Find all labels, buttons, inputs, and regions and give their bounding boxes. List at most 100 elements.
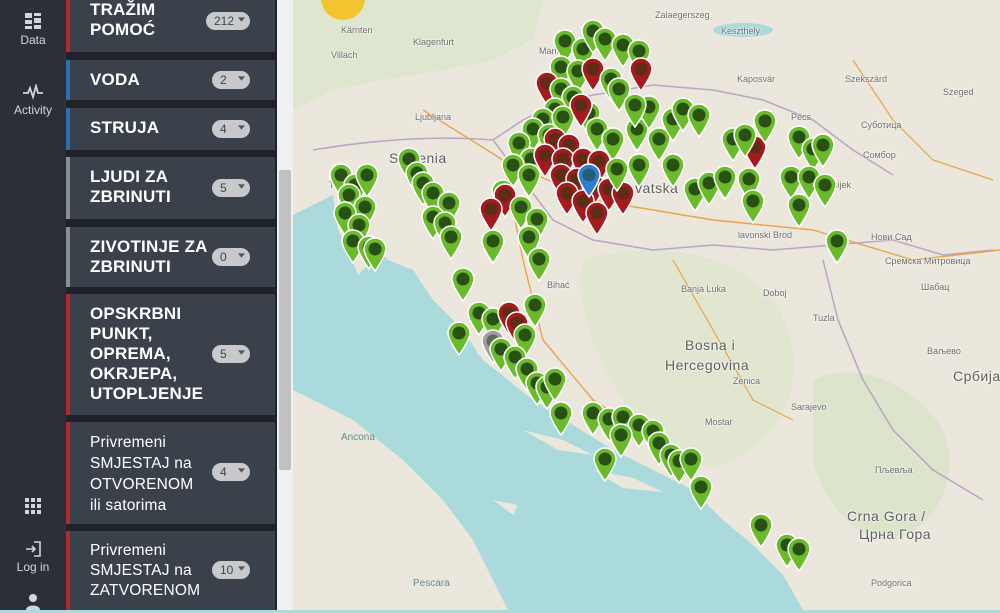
category-card-opskrbni-punkt[interactable]: OPSKRBNI PUNKT, OPREMA, OKRJEPA, UTOPLJE… xyxy=(66,294,275,415)
category-count-dropdown[interactable]: 4 xyxy=(212,120,250,138)
map-pin-icon xyxy=(749,513,773,548)
map-label-doboj: Doboj xyxy=(763,288,787,298)
map-marker-green[interactable] xyxy=(446,320,472,356)
map-label-subotica: Суботица xyxy=(861,120,902,130)
apps-grid-button[interactable] xyxy=(0,497,66,518)
map-marker-red[interactable] xyxy=(478,196,504,232)
map-pin-icon xyxy=(447,321,471,356)
nav-rail: Data Activity Log in xyxy=(0,0,66,610)
map-marker-green[interactable] xyxy=(712,164,738,200)
map-marker-green[interactable] xyxy=(688,474,714,510)
map-marker-green[interactable] xyxy=(592,446,618,482)
map-marker-green[interactable] xyxy=(748,512,774,548)
map-pin-icon xyxy=(479,197,503,232)
map-pin-icon xyxy=(811,133,835,168)
category-count-dropdown[interactable]: 5 xyxy=(212,179,250,197)
map-label-szeged: Szeged xyxy=(943,87,974,97)
map-marker-green[interactable] xyxy=(438,224,464,260)
category-count: 2 xyxy=(220,73,227,87)
activity-nav-button[interactable]: Activity xyxy=(0,84,66,117)
map-label-sremska: Сремска Митровица xyxy=(885,256,971,266)
category-card-trazim-pomoc[interactable]: TRAŽIM POMOĆ 212 xyxy=(66,0,275,52)
map-pin-icon xyxy=(689,475,713,510)
map-marker-green[interactable] xyxy=(480,228,506,264)
map-marker-green[interactable] xyxy=(548,400,574,436)
category-count: 4 xyxy=(220,465,227,479)
panel-scrollbar-thumb[interactable] xyxy=(279,170,291,470)
category-card-smjestaj-otvoreno[interactable]: Privremeni SMJESTAJ na OTVORENOM ili sat… xyxy=(66,422,275,524)
map-marker-red[interactable] xyxy=(584,200,610,236)
category-card-voda[interactable]: VODA 2 xyxy=(66,60,275,100)
map-pin-icon xyxy=(549,401,573,436)
map-label-ancona: Ancona xyxy=(341,432,375,443)
map-label-zenica: Zenica xyxy=(733,376,761,386)
activity-icon xyxy=(23,84,43,100)
map-pin-icon xyxy=(741,189,765,224)
category-label: ZIVOTINJE ZA ZBRINUTI xyxy=(90,237,208,276)
chevron-down-icon xyxy=(238,468,245,473)
map-pin-icon xyxy=(363,237,387,272)
category-count-dropdown[interactable]: 2 xyxy=(212,71,250,89)
map-marker-green[interactable] xyxy=(812,172,838,208)
map-pin-icon xyxy=(825,229,849,264)
map-marker-green[interactable] xyxy=(516,162,542,198)
category-count-dropdown[interactable]: 4 xyxy=(212,463,250,481)
map-marker-green[interactable] xyxy=(526,246,552,282)
map-marker-green[interactable] xyxy=(450,266,476,302)
chevron-down-icon xyxy=(238,76,245,81)
chevron-down-icon xyxy=(238,17,245,22)
category-count-dropdown[interactable]: 0 xyxy=(212,248,250,266)
data-nav-button[interactable]: Data xyxy=(0,12,66,47)
map-label-srbija: Србија xyxy=(953,368,1000,384)
category-count-dropdown[interactable]: 5 xyxy=(212,345,250,363)
map-marker-green[interactable] xyxy=(362,236,388,272)
grid-icon xyxy=(25,498,41,514)
category-card-smjestaj-zatvoreno[interactable]: Privremeni SMJESTAJ na ZATVORENOM 10 xyxy=(66,531,275,610)
category-card-zivotinje-za-zbrinuti[interactable]: ZIVOTINJE ZA ZBRINUTI 0 xyxy=(66,227,275,287)
login-label: Log in xyxy=(16,560,50,574)
category-label: Privremeni SMJESTAJ na ZATVORENOM xyxy=(90,542,201,599)
category-count: 5 xyxy=(220,181,227,195)
category-label: OPSKRBNI PUNKT, OPREMA, OKRJEPA, UTOPLJE… xyxy=(90,304,204,403)
map-marker-green[interactable] xyxy=(732,122,758,158)
category-card-ljudi-za-zbrinuti[interactable]: LJUDI ZA ZBRINUTI 5 xyxy=(66,157,275,219)
map-pin-icon xyxy=(481,229,505,264)
category-card-struja[interactable]: STRUJA 4 xyxy=(66,108,275,150)
map-pin-icon xyxy=(787,537,811,572)
category-label: STRUJA xyxy=(90,118,160,137)
map-marker-green[interactable] xyxy=(740,188,766,224)
map-marker-blue[interactable] xyxy=(576,162,602,198)
map-label-sarajevo: Sarajevo xyxy=(791,402,827,412)
map-marker-green[interactable] xyxy=(542,366,568,402)
category-count-dropdown[interactable]: 212 xyxy=(205,12,250,30)
map-pin-icon xyxy=(527,247,551,282)
chevron-down-icon xyxy=(238,184,245,189)
category-count-dropdown[interactable]: 10 xyxy=(212,561,250,579)
map-marker-green[interactable] xyxy=(686,102,712,138)
map-marker-green[interactable] xyxy=(824,228,850,264)
category-count: 4 xyxy=(220,122,227,136)
map-marker-green[interactable] xyxy=(786,192,812,228)
map-pin-icon xyxy=(813,173,837,208)
category-panel: TRAŽIM POMOĆ 212 VODA 2 STRUJA 4 LJUDI ZA ZBRI… xyxy=(66,0,277,610)
category-count: 212 xyxy=(213,14,234,28)
map-pin-icon xyxy=(687,103,711,138)
login-button[interactable]: Log in xyxy=(0,541,66,574)
map-pin-icon xyxy=(585,201,609,236)
chevron-down-icon xyxy=(238,350,245,355)
map-pin-icon xyxy=(577,163,601,198)
map-marker-green[interactable] xyxy=(622,92,648,128)
login-icon xyxy=(26,541,41,557)
chevron-down-icon xyxy=(238,566,245,571)
category-label: TRAŽIM POMOĆ xyxy=(90,0,156,39)
map-label-pecs: Pécs xyxy=(791,112,812,122)
map-label-pljevlja: Пљевља xyxy=(875,465,913,475)
map-pin-icon xyxy=(543,367,567,402)
map-pin-icon xyxy=(517,163,541,198)
map-marker-green[interactable] xyxy=(810,132,836,168)
map-view[interactable]: Kärnten Villach Klagenfurt Maribor Zalae… xyxy=(293,0,1000,610)
map-label-crna-gora: Crna Gora / xyxy=(847,508,926,524)
activity-nav-label: Activity xyxy=(13,103,52,117)
category-count: 0 xyxy=(220,250,227,264)
map-marker-green[interactable] xyxy=(786,536,812,572)
